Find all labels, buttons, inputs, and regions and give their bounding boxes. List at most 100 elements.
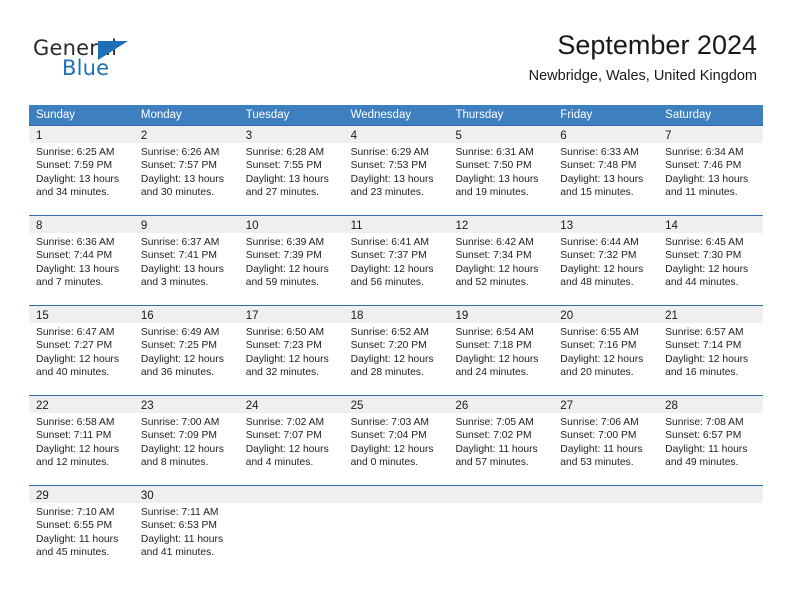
day-number: 23 <box>140 400 154 412</box>
day-cell[interactable]: 20 Sunrise: 6:55 AM Sunset: 7:16 PM Dayl… <box>553 305 659 395</box>
sunset-text: Sunset: 7:16 PM <box>560 340 637 352</box>
day-cell[interactable]: 21 Sunrise: 6:57 AM Sunset: 7:14 PM Dayl… <box>658 305 764 395</box>
day-details: Sunrise: 7:05 AM Sunset: 7:02 PM Dayligh… <box>448 413 553 470</box>
daylight-text-line1: Daylight: 12 hours <box>140 443 224 455</box>
daylight-text-line1: Daylight: 11 hours <box>665 443 748 455</box>
day-cell[interactable]: 12 Sunrise: 6:42 AM Sunset: 7:34 PM Dayl… <box>448 215 554 305</box>
day-cell[interactable]: 16 Sunrise: 6:49 AM Sunset: 7:25 PM Dayl… <box>133 305 239 395</box>
day-details: Sunrise: 6:50 AM Sunset: 7:23 PM Dayligh… <box>239 323 344 380</box>
day-number: 4 <box>350 130 357 142</box>
day-cell[interactable]: 14 Sunrise: 6:45 AM Sunset: 7:30 PM Dayl… <box>658 215 764 305</box>
day-number: 8 <box>36 220 43 232</box>
sunset-text: Sunset: 7:00 PM <box>560 430 637 442</box>
day-cell[interactable]: 24 Sunrise: 7:02 AM Sunset: 7:07 PM Dayl… <box>238 395 344 485</box>
day-details: Sunrise: 6:47 AM Sunset: 7:27 PM Dayligh… <box>29 323 134 380</box>
day-cell[interactable]: 26 Sunrise: 7:05 AM Sunset: 7:02 PM Dayl… <box>448 395 554 485</box>
daylight-text-line2: and 52 minutes. <box>455 277 529 289</box>
day-details: Sunrise: 7:02 AM Sunset: 7:07 PM Dayligh… <box>239 413 344 470</box>
day-cell[interactable]: 5 Sunrise: 6:31 AM Sunset: 7:50 PM Dayli… <box>448 125 554 215</box>
day-number: 24 <box>245 400 259 412</box>
day-details <box>448 503 553 506</box>
day-cell[interactable]: 9 Sunrise: 6:37 AM Sunset: 7:41 PM Dayli… <box>133 215 239 305</box>
daylight-text-line1: Daylight: 13 hours <box>665 173 749 185</box>
day-cell[interactable]: 23 Sunrise: 7:00 AM Sunset: 7:09 PM Dayl… <box>133 395 239 485</box>
day-cell[interactable]: 28 Sunrise: 7:08 AM Sunset: 6:57 PM Dayl… <box>658 395 764 485</box>
day-number-band: 18 <box>343 306 449 323</box>
sunrise-text: Sunrise: 6:54 AM <box>455 327 534 338</box>
day-number-band: 21 <box>658 306 764 323</box>
calendar-week-row: 1 Sunrise: 6:25 AM Sunset: 7:59 PM Dayli… <box>29 125 764 215</box>
day-details: Sunrise: 6:58 AM Sunset: 7:11 PM Dayligh… <box>29 413 134 470</box>
day-number: 11 <box>350 220 363 232</box>
general-blue-logo[interactable]: General Blue <box>33 36 223 86</box>
sunrise-text: Sunrise: 6:45 AM <box>665 237 744 248</box>
daylight-text-line1: Daylight: 12 hours <box>560 353 644 365</box>
day-cell[interactable]: 18 Sunrise: 6:52 AM Sunset: 7:20 PM Dayl… <box>343 305 449 395</box>
sunrise-text: Sunrise: 6:36 AM <box>36 237 115 248</box>
calendar-week-row: 29 Sunrise: 7:10 AM Sunset: 6:55 PM Dayl… <box>29 485 764 575</box>
sunrise-text: Sunrise: 7:03 AM <box>350 417 429 428</box>
day-cell[interactable]: 25 Sunrise: 7:03 AM Sunset: 7:04 PM Dayl… <box>343 395 449 485</box>
daylight-text-line1: Daylight: 12 hours <box>245 353 329 365</box>
day-cell[interactable]: 11 Sunrise: 6:41 AM Sunset: 7:37 PM Dayl… <box>343 215 449 305</box>
day-cell[interactable]: 10 Sunrise: 6:39 AM Sunset: 7:39 PM Dayl… <box>238 215 344 305</box>
day-cell[interactable]: 29 Sunrise: 7:10 AM Sunset: 6:55 PM Dayl… <box>29 485 134 575</box>
day-number: 19 <box>455 310 469 322</box>
day-number: 6 <box>560 130 567 142</box>
daylight-text-line1: Daylight: 13 hours <box>140 173 224 185</box>
sunset-text: Sunset: 7:37 PM <box>350 250 427 262</box>
day-number: 17 <box>245 310 259 322</box>
day-number: 9 <box>140 220 148 232</box>
day-number-band: 25 <box>343 396 449 413</box>
day-number: 12 <box>455 220 469 232</box>
day-cell[interactable]: 7 Sunrise: 6:34 AM Sunset: 7:46 PM Dayli… <box>658 125 764 215</box>
day-details: Sunrise: 6:36 AM Sunset: 7:44 PM Dayligh… <box>29 233 134 290</box>
day-details: Sunrise: 7:00 AM Sunset: 7:09 PM Dayligh… <box>134 413 239 470</box>
daylight-text-line2: and 56 minutes. <box>350 277 424 289</box>
day-cell[interactable]: 17 Sunrise: 6:50 AM Sunset: 7:23 PM Dayl… <box>238 305 344 395</box>
day-number-band: 26 <box>448 396 554 413</box>
sunset-text: Sunset: 7:18 PM <box>455 340 532 352</box>
sunrise-text: Sunrise: 6:55 AM <box>560 327 639 338</box>
day-cell[interactable]: 15 Sunrise: 6:47 AM Sunset: 7:27 PM Dayl… <box>29 305 134 395</box>
day-cell[interactable]: 8 Sunrise: 6:36 AM Sunset: 7:44 PM Dayli… <box>29 215 134 305</box>
daylight-text-line1: Daylight: 12 hours <box>560 263 644 275</box>
day-number-band: 11 <box>343 216 449 233</box>
daylight-text-line2: and 28 minutes. <box>350 367 424 379</box>
daylight-text-line2: and 30 minutes. <box>140 187 215 199</box>
daylight-text-line1: Daylight: 12 hours <box>36 443 119 455</box>
day-cell[interactable]: 22 Sunrise: 6:58 AM Sunset: 7:11 PM Dayl… <box>29 395 134 485</box>
day-cell[interactable]: 19 Sunrise: 6:54 AM Sunset: 7:18 PM Dayl… <box>448 305 554 395</box>
day-number-band: 14 <box>658 216 764 233</box>
day-number: 2 <box>140 130 148 142</box>
sunset-text: Sunset: 7:48 PM <box>560 160 637 172</box>
day-cell[interactable]: 13 Sunrise: 6:44 AM Sunset: 7:32 PM Dayl… <box>553 215 659 305</box>
sunrise-text: Sunrise: 6:39 AM <box>245 237 325 248</box>
weekday-header-monday: Monday <box>140 109 182 121</box>
day-number-band: 2 <box>133 126 239 143</box>
day-number-band <box>658 486 764 503</box>
daylight-text-line1: Daylight: 12 hours <box>350 353 434 365</box>
daylight-text-line2: and 53 minutes. <box>560 457 634 469</box>
day-cell-empty <box>238 485 344 575</box>
day-number-band <box>238 486 344 503</box>
day-cell-empty <box>658 485 764 575</box>
sunrise-text: Sunrise: 6:50 AM <box>245 327 325 338</box>
calendar-week-row: 15 Sunrise: 6:47 AM Sunset: 7:27 PM Dayl… <box>29 305 764 395</box>
day-cell[interactable]: 4 Sunrise: 6:29 AM Sunset: 7:53 PM Dayli… <box>343 125 449 215</box>
day-number-band <box>553 486 659 503</box>
daylight-text-line2: and 7 minutes. <box>36 277 104 289</box>
daylight-text-line2: and 41 minutes. <box>140 547 215 559</box>
sunset-text: Sunset: 7:09 PM <box>140 430 217 442</box>
day-number: 21 <box>665 310 678 322</box>
calendar-week-row: 22 Sunrise: 6:58 AM Sunset: 7:11 PM Dayl… <box>29 395 764 485</box>
day-cell[interactable]: 3 Sunrise: 6:28 AM Sunset: 7:55 PM Dayli… <box>238 125 344 215</box>
day-details: Sunrise: 7:06 AM Sunset: 7:00 PM Dayligh… <box>553 413 658 470</box>
day-cell[interactable]: 6 Sunrise: 6:33 AM Sunset: 7:48 PM Dayli… <box>553 125 659 215</box>
sunrise-text: Sunrise: 6:58 AM <box>36 417 115 428</box>
day-cell[interactable]: 1 Sunrise: 6:25 AM Sunset: 7:59 PM Dayli… <box>29 125 134 215</box>
day-cell[interactable]: 30 Sunrise: 7:11 AM Sunset: 6:53 PM Dayl… <box>133 485 239 575</box>
day-number: 3 <box>245 130 253 142</box>
day-cell[interactable]: 2 Sunrise: 6:26 AM Sunset: 7:57 PM Dayli… <box>133 125 239 215</box>
day-cell[interactable]: 27 Sunrise: 7:06 AM Sunset: 7:00 PM Dayl… <box>553 395 659 485</box>
